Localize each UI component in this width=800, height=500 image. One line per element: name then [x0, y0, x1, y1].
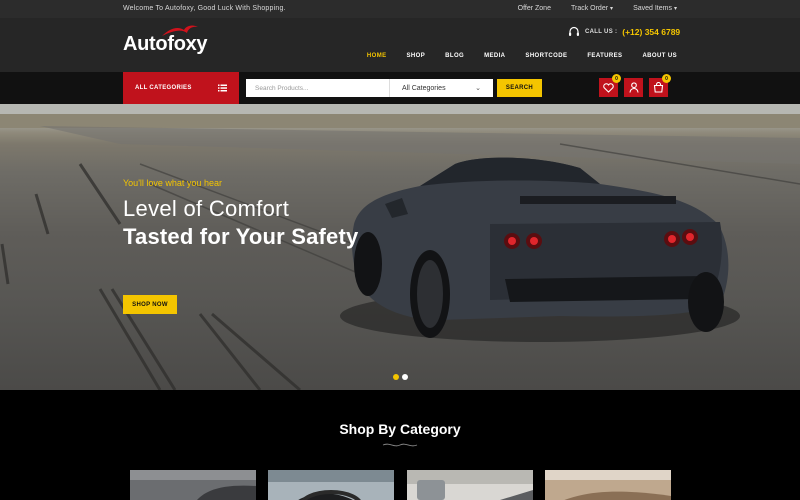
category-image — [407, 470, 533, 500]
search-row: ALL CATEGORIES Search Products... All Ca… — [0, 72, 800, 104]
category-image — [268, 470, 394, 500]
title-flourish-icon — [382, 443, 418, 447]
heart-icon — [603, 82, 614, 93]
category-card[interactable] — [130, 470, 256, 500]
welcome-text: Welcome To Autofoxy, Good Luck With Shop… — [123, 5, 286, 12]
hero-tagline: You'll love what you hear — [123, 178, 222, 188]
nav-shortcode[interactable]: SHORTCODE — [525, 53, 567, 59]
nav-home[interactable]: HOME — [367, 53, 387, 59]
cart-icon — [653, 82, 664, 93]
search-input[interactable]: Search Products... — [246, 79, 389, 97]
shop-by-category-section: Shop By Category — [0, 390, 800, 500]
cart-count-badge: 0 — [662, 74, 671, 83]
category-select-value: All Categories — [402, 84, 446, 92]
slider-dot-2[interactable] — [402, 374, 408, 380]
wishlist-button[interactable]: 0 — [599, 74, 621, 97]
category-card[interactable] — [268, 470, 394, 500]
chevron-down-icon: ▾ — [610, 6, 614, 12]
logo-swoosh-icon — [162, 25, 198, 36]
category-card[interactable] — [407, 470, 533, 500]
hero-background-image — [0, 104, 800, 390]
call-us-label: CALL US : — [585, 29, 618, 35]
wishlist-count-badge: 0 — [612, 74, 621, 83]
slider-dot-1[interactable] — [393, 374, 399, 380]
category-image — [130, 470, 256, 500]
account-button[interactable] — [624, 78, 643, 97]
nav-blog[interactable]: BLOG — [445, 53, 464, 59]
phone-number[interactable]: (+12) 354 6789 — [622, 27, 680, 37]
site-header: Autofoxy CALL US : (+12) 354 6789 HOME S… — [0, 18, 800, 72]
top-links: Offer Zone Track Order ▾ Saved Items ▾ — [518, 5, 677, 12]
hero-headline-line2: Tasted for Your Safety — [123, 224, 359, 249]
nav-shop[interactable]: SHOP — [407, 53, 426, 59]
search-button[interactable]: SEARCH — [497, 79, 542, 97]
nav-features[interactable]: FEATURES — [587, 53, 622, 59]
user-icon — [628, 82, 639, 93]
offer-zone-link[interactable]: Offer Zone — [518, 5, 551, 12]
nav-media[interactable]: MEDIA — [484, 53, 505, 59]
section-title: Shop By Category — [339, 421, 461, 437]
top-bar: Welcome To Autofoxy, Good Luck With Shop… — [0, 0, 800, 18]
call-us: CALL US : (+12) 354 6789 — [568, 26, 680, 38]
chevron-down-icon: ▾ — [673, 6, 677, 12]
all-categories-button[interactable]: ALL CATEGORIES — [123, 72, 239, 104]
category-image — [545, 470, 671, 500]
category-card[interactable] — [545, 470, 671, 500]
hero-slider: You'll love what you hear Level of Comfo… — [0, 104, 800, 390]
headset-icon — [569, 26, 579, 36]
chevron-down-icon: ⌄ — [475, 85, 481, 92]
cart-button[interactable]: 0 — [649, 74, 671, 97]
all-categories-label: ALL CATEGORIES — [135, 85, 192, 91]
category-select[interactable]: All Categories ⌄ — [389, 79, 493, 97]
track-order-link[interactable]: Track Order ▾ — [571, 5, 613, 12]
saved-items-link[interactable]: Saved Items ▾ — [633, 5, 677, 12]
hero-headline-line1: Level of Comfort — [123, 196, 290, 221]
list-icon — [218, 84, 227, 92]
main-nav: HOME SHOP BLOG MEDIA SHORTCODE FEATURES … — [367, 53, 677, 59]
nav-about-us[interactable]: ABOUT US — [642, 53, 677, 59]
shop-now-button[interactable]: SHOP NOW — [123, 295, 177, 314]
slider-dots — [393, 374, 408, 380]
